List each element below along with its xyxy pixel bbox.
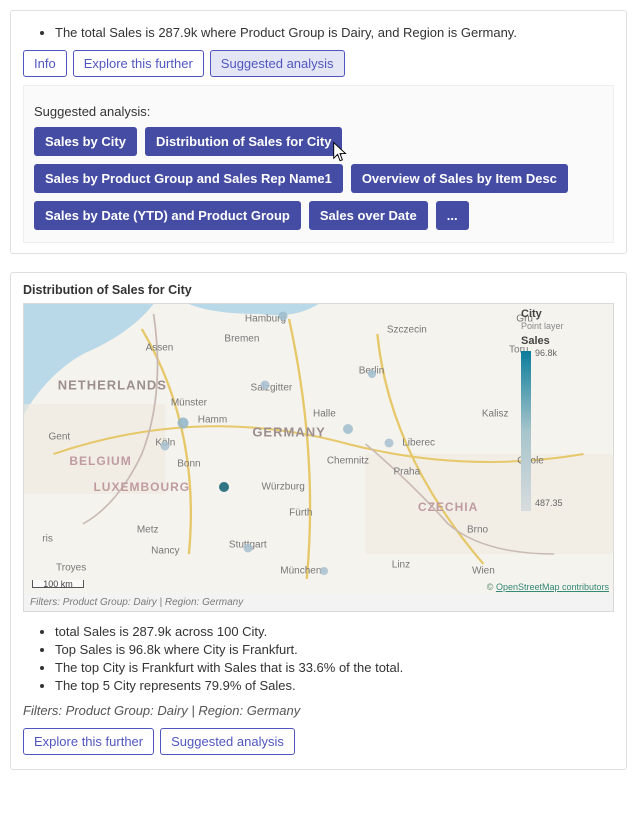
map-data-point[interactable]	[279, 311, 288, 320]
insight-card-top: The total Sales is 287.9k where Product …	[10, 10, 627, 254]
map-city-label: Bremen	[224, 333, 259, 344]
map-data-point[interactable]	[368, 370, 376, 378]
map-city-label: CZECHIA	[418, 500, 478, 514]
map-city-label: Brno	[467, 525, 488, 536]
chip-sales-date-pg[interactable]: Sales by Date (YTD) and Product Group	[34, 201, 301, 230]
chip-overview-item-desc[interactable]: Overview of Sales by Item Desc	[351, 164, 568, 193]
map-city-label: GERMANY	[252, 424, 325, 439]
map-title: Distribution of Sales for City	[23, 283, 614, 297]
map-city-label: Metz	[137, 525, 159, 536]
explore-further-button-2[interactable]: Explore this further	[23, 728, 154, 755]
map-city-label: Hamm	[198, 415, 227, 426]
suggested-analysis-button-2[interactable]: Suggested analysis	[160, 728, 295, 755]
suggested-analysis-panel: Suggested analysis: Sales by City Distri…	[23, 85, 614, 243]
insight-filters-line: Filters: Product Group: Dairy | Region: …	[23, 703, 614, 718]
bullet-item: The top 5 City represents 79.9% of Sales…	[55, 678, 614, 693]
bullet-item: The total Sales is 287.9k where Product …	[55, 25, 614, 40]
map-data-point[interactable]	[385, 439, 394, 448]
attrib-prefix: ©	[487, 582, 496, 592]
map-city-label: Linz	[392, 560, 410, 571]
legend-max: 96.8k	[535, 348, 563, 358]
map-analysis-card: Distribution of Sales for City	[10, 272, 627, 770]
map-city-label: Gent	[48, 432, 70, 443]
bullet-item: The top City is Frankfurt with Sales tha…	[55, 660, 614, 675]
bullet-item: Top Sales is 96.8k where City is Frankfu…	[55, 642, 614, 657]
explore-further-button[interactable]: Explore this further	[73, 50, 204, 77]
map-legend: City Point layer Sales 96.8k 487.35	[521, 308, 607, 514]
map-city-label: NETHERLANDS	[58, 378, 167, 393]
chip-sales-pg-rep[interactable]: Sales by Product Group and Sales Rep Nam…	[34, 164, 343, 193]
top-bullets: The total Sales is 287.9k where Product …	[23, 25, 614, 40]
map-data-point[interactable]	[320, 567, 328, 575]
map-city-label: Halle	[313, 409, 336, 420]
legend-color-bar	[521, 351, 531, 511]
map-city-label: Troyes	[56, 562, 86, 573]
legend-min: 487.35	[535, 498, 563, 508]
chip-more[interactable]: ...	[436, 201, 469, 230]
map-data-point[interactable]	[178, 417, 189, 428]
map-viewport[interactable]: HamburgBremenAssenNETHERLANDSMünsterHamm…	[24, 304, 613, 594]
map-data-point[interactable]	[219, 482, 229, 492]
map-shell: HamburgBremenAssenNETHERLANDSMünsterHamm…	[23, 303, 614, 612]
legend-layer-title: City	[521, 308, 607, 320]
map-city-label: LUXEMBOURG	[93, 480, 190, 494]
bullet-item: total Sales is 287.9k across 100 City.	[55, 624, 614, 639]
suggested-analysis-button[interactable]: Suggested analysis	[210, 50, 345, 77]
map-city-label: Fürth	[289, 507, 312, 518]
map-city-label: Salzgitter	[251, 383, 293, 394]
map-data-point[interactable]	[261, 381, 270, 390]
map-attribution: © OpenStreetMap contributors	[487, 582, 609, 592]
chip-distribution-sales-city[interactable]: Distribution of Sales for City	[145, 127, 343, 156]
osm-link[interactable]: OpenStreetMap contributors	[496, 582, 609, 592]
chip-sales-by-city[interactable]: Sales by City	[34, 127, 137, 156]
map-scale-label: 100 km	[43, 579, 73, 589]
info-button[interactable]: Info	[23, 50, 67, 77]
map-city-label: Szczecin	[387, 325, 427, 336]
map-city-label: Assen	[146, 342, 174, 353]
legend-layer-sub: Point layer	[521, 321, 607, 331]
legend-metric: Sales	[521, 335, 607, 347]
map-city-label: BELGIUM	[69, 454, 131, 468]
insight-bullets: total Sales is 287.9k across 100 City. T…	[23, 624, 614, 693]
suggested-chip-row: Sales by City Distribution of Sales for …	[34, 127, 603, 230]
suggested-heading: Suggested analysis:	[34, 104, 603, 119]
map-scale: 100 km	[32, 580, 84, 588]
chip-sales-over-date[interactable]: Sales over Date	[309, 201, 428, 230]
map-data-point[interactable]	[343, 424, 353, 434]
map-city-label: ris	[42, 533, 53, 544]
map-data-point[interactable]	[161, 442, 170, 451]
map-city-label: Chemnitz	[327, 455, 369, 466]
map-city-label: Nancy	[151, 545, 179, 556]
map-data-point[interactable]	[243, 543, 252, 552]
map-filters-strip: Filters: Product Group: Dairy | Region: …	[24, 594, 613, 611]
map-city-label: Bonn	[177, 458, 200, 469]
map-city-label: Liberec	[402, 438, 435, 449]
map-city-label: München	[280, 565, 321, 576]
map-city-label: Praha	[394, 467, 421, 478]
map-city-label: Würzburg	[261, 481, 304, 492]
map-city-label: Wien	[472, 565, 495, 576]
map-city-label: Münster	[171, 397, 207, 408]
map-city-label: Kalisz	[482, 409, 509, 420]
